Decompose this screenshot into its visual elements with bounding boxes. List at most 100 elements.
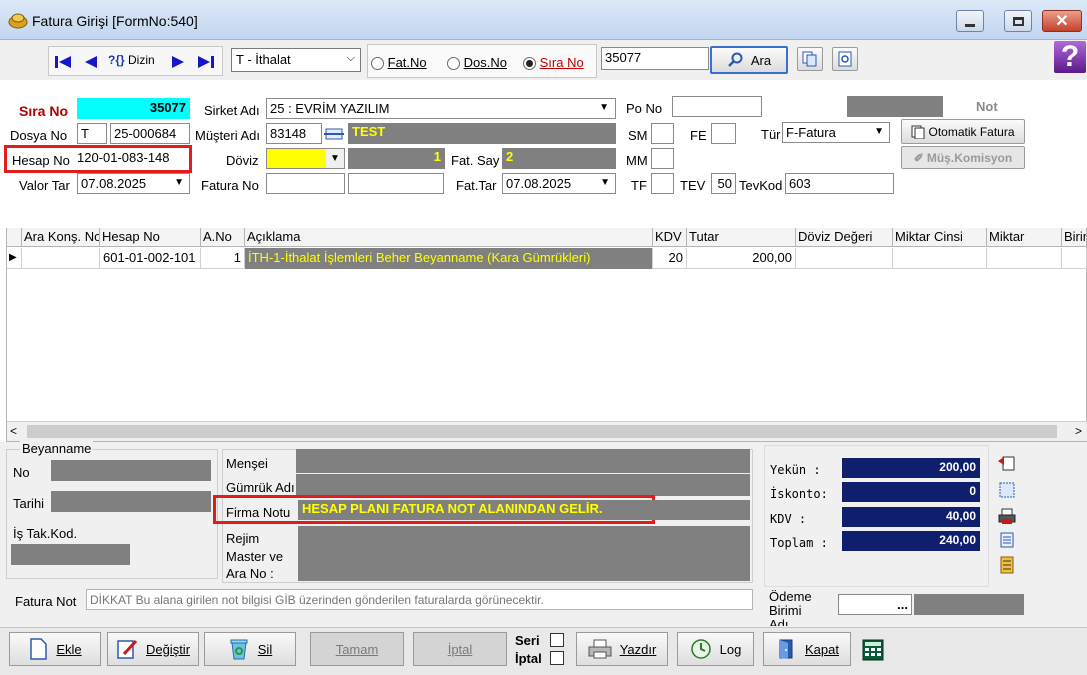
scroll-thumb[interactable] — [27, 425, 1057, 438]
mus-komisyon-button[interactable]: ✐ Müş.Komisyon — [901, 146, 1025, 169]
col-a-no[interactable]: A.No — [201, 228, 245, 247]
musteri-code-input[interactable]: 83148 — [266, 123, 322, 144]
hesap-no-input[interactable]: 120-01-083-148 — [77, 150, 187, 169]
col-ara-kons-no[interactable]: Ara Konş. No — [22, 228, 100, 247]
notes-icon[interactable] — [998, 531, 1016, 552]
log-icon — [690, 639, 711, 659]
calculator-icon[interactable] — [862, 639, 884, 664]
cell-hesap-no[interactable]: 601-01-002-101 — [100, 248, 201, 269]
minimize-button[interactable] — [956, 10, 984, 32]
sil-button[interactable]: Sil — [204, 632, 296, 666]
tur-select[interactable]: F-Fatura ▼ — [782, 122, 890, 143]
col-miktar[interactable]: Miktar — [987, 228, 1062, 247]
cell-miktar[interactable] — [987, 248, 1062, 269]
exit-door-icon — [779, 639, 793, 659]
tevkod-input[interactable]: 603 — [785, 173, 894, 194]
radio-dosno[interactable]: Dos.No — [447, 55, 507, 71]
seri-checkbox[interactable] — [550, 633, 564, 647]
cell-tutar[interactable]: 200,00 — [687, 248, 796, 269]
list-icon[interactable] — [998, 556, 1016, 577]
tevkod-label: TevKod — [739, 178, 783, 193]
gumruk-adi-label: Gümrük Adı — [226, 480, 295, 495]
cell-doviz-degeri[interactable] — [796, 248, 893, 269]
sm-input[interactable] — [651, 123, 674, 144]
last-record-button[interactable] — [195, 52, 217, 72]
maximize-button[interactable] — [1004, 10, 1032, 32]
cell-a-no[interactable]: 1 — [201, 248, 245, 269]
mm-input[interactable] — [651, 148, 674, 169]
fat-tar-picker[interactable]: 07.08.2025 ▼ — [502, 173, 616, 194]
fat-say-label: Fat. Say — [451, 153, 500, 168]
customer-lookup-icon[interactable] — [323, 123, 345, 144]
col-miktar-cinsi[interactable]: Miktar Cinsi — [893, 228, 987, 247]
search-input[interactable]: 35077 — [601, 47, 709, 70]
ekle-button[interactable]: Ekle — [9, 632, 101, 666]
sirket-adi-select[interactable]: 25 : EVRİM YAZILIM ▼ — [266, 98, 616, 119]
firma-notu-label: Firma Notu — [226, 505, 291, 520]
cell-birim[interactable] — [1062, 248, 1087, 269]
type-select[interactable]: T - İthalat ⌵ — [231, 48, 361, 72]
scroll-right-icon[interactable]: > — [1075, 424, 1082, 438]
preview-button[interactable] — [832, 47, 858, 71]
tev-input[interactable]: 50 — [711, 173, 736, 194]
col-tutar[interactable]: Tutar — [687, 228, 796, 247]
cell-aciklama[interactable]: İTH-1-İthalat İşlemleri Beher Beyanname … — [245, 248, 653, 269]
fatura-not-input[interactable] — [86, 589, 753, 610]
fatura-no-input[interactable] — [266, 173, 345, 194]
printer-icon — [588, 639, 612, 659]
next-record-button[interactable] — [167, 52, 189, 72]
col-aciklama[interactable]: Açıklama — [245, 228, 653, 247]
prev-icon — [85, 56, 97, 68]
add-document-icon[interactable] — [998, 454, 1016, 475]
beyanname-group-label: Beyanname — [20, 441, 94, 456]
horizontal-scrollbar[interactable]: < > — [7, 421, 1087, 441]
degistir-button[interactable]: Değiştir — [107, 632, 199, 666]
odeme-birimi-lookup[interactable]: ... — [838, 594, 912, 615]
copy-button[interactable] — [797, 47, 823, 71]
mensei-label: Menşei — [226, 456, 268, 471]
close-button[interactable]: ✕ — [1042, 10, 1082, 32]
cell-ara-kons-no[interactable] — [22, 248, 100, 269]
yazdir-button[interactable]: Yazdır — [576, 632, 668, 666]
tur-label: Tür — [761, 127, 781, 142]
po-no-input[interactable] — [672, 96, 762, 117]
help-icon[interactable]: ? — [1054, 41, 1086, 73]
first-record-button[interactable] — [52, 52, 74, 72]
radio-sirano[interactable]: Sıra No — [523, 55, 584, 71]
dosya-no-input[interactable]: 25-000684 — [110, 123, 190, 144]
col-birim[interactable]: Birim — [1062, 228, 1087, 247]
last-icon — [198, 56, 214, 68]
select-area-icon[interactable] — [998, 481, 1016, 502]
master-label: Master ve — [226, 549, 284, 564]
sira-no-field[interactable]: 35077 — [77, 98, 190, 119]
kapat-button[interactable]: Kapat — [763, 632, 851, 666]
iptal-checkbox[interactable] — [550, 651, 564, 665]
scroll-left-icon[interactable]: < — [10, 424, 17, 438]
valor-tar-picker[interactable]: 07.08.2025 ▼ — [77, 173, 190, 194]
first-icon — [55, 56, 71, 68]
dosya-no-prefix[interactable]: T — [77, 123, 107, 144]
printer-icon[interactable] — [998, 507, 1016, 528]
app-icon — [8, 11, 28, 29]
table-row[interactable]: ▶ 601-01-002-101 1 İTH-1-İthalat İşlemle… — [7, 248, 1087, 269]
radio-fatno-label: Fat.No — [387, 55, 427, 70]
tamam-button[interactable]: Tamam — [310, 632, 404, 666]
col-kdv[interactable]: KDV — [653, 228, 687, 247]
close-icon: ✕ — [1055, 13, 1069, 30]
fatura-no-input-2[interactable] — [348, 173, 444, 194]
cell-miktar-cinsi[interactable] — [893, 248, 987, 269]
toplam-value: 240,00 — [842, 531, 980, 551]
dizin-button[interactable]: ?{} Dizin — [108, 53, 155, 67]
search-button[interactable]: Ara — [710, 46, 788, 74]
prev-record-button[interactable] — [80, 52, 102, 72]
col-doviz-degeri[interactable]: Döviz Değeri — [796, 228, 893, 247]
otomatik-fatura-button[interactable]: Otomatik Fatura — [901, 119, 1025, 144]
radio-fatno[interactable]: Fat.No — [371, 55, 427, 71]
doviz-select[interactable]: ▼ — [266, 148, 345, 169]
col-hesap-no[interactable]: Hesap No — [100, 228, 201, 247]
tf-input[interactable] — [651, 173, 674, 194]
fe-input[interactable] — [711, 123, 736, 144]
iptal-button[interactable]: İptal — [413, 632, 507, 666]
log-button[interactable]: Log — [677, 632, 754, 666]
cell-kdv[interactable]: 20 — [653, 248, 687, 269]
